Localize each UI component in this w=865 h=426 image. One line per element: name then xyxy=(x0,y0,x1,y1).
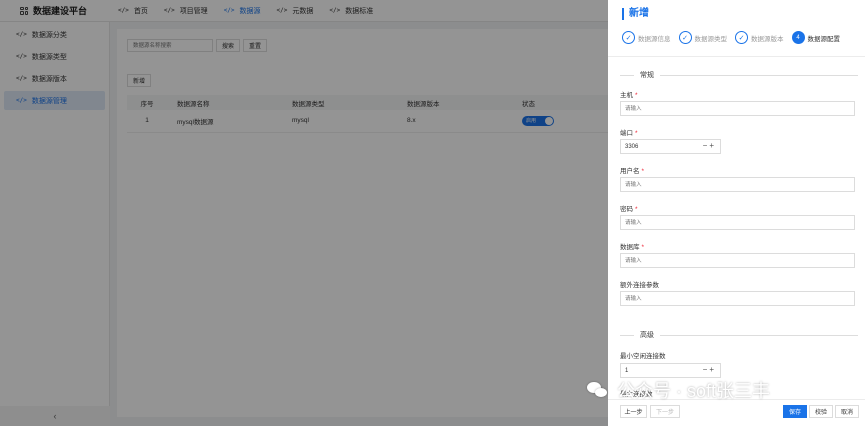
step-label: 数据源类型 xyxy=(694,35,728,43)
next-button[interactable]: 下一步 xyxy=(650,405,680,418)
password-label: 密码 * xyxy=(620,206,638,213)
port-label: 端口 * xyxy=(620,130,638,137)
divider xyxy=(608,56,865,57)
min-idle-label: 最小空闲连接数 xyxy=(620,353,666,360)
verify-button[interactable]: 校验 xyxy=(809,405,833,418)
step-number: 4 xyxy=(791,31,805,44)
min-idle-stepper[interactable]: 1 −+ xyxy=(620,363,721,378)
database-label: 数据库 * xyxy=(620,244,645,251)
port-stepper[interactable]: 3306 −+ xyxy=(620,139,721,154)
host-label: 主机 * xyxy=(620,92,638,99)
add-drawer: 新增 ✓数据源信息 ✓数据源类型 ✓数据源版本 4数据源配置 常规 主机* 端口… xyxy=(608,0,865,426)
drawer-title: 新增 xyxy=(622,8,649,20)
step-1[interactable]: ✓ 数据源信息 xyxy=(622,31,671,44)
host-field[interactable] xyxy=(620,101,855,116)
password-field[interactable] xyxy=(620,215,855,230)
cancel-button[interactable]: 取消 xyxy=(835,405,859,418)
prev-button[interactable]: 上一步 xyxy=(620,405,647,418)
section-title: 高级 xyxy=(640,332,654,339)
watermark-text: 公众号 · soft张三丰 xyxy=(617,381,771,401)
wechat-icon xyxy=(587,382,609,398)
username-label: 用户名 * xyxy=(620,168,645,175)
min-idle-value: 1 xyxy=(625,367,629,374)
section-advanced: 高级 xyxy=(620,330,858,340)
step-3[interactable]: ✓ 数据源版本 xyxy=(735,31,784,44)
section-title: 常规 xyxy=(640,72,654,79)
step-4[interactable]: 4 数据源配置 xyxy=(791,31,841,44)
stepper-buttons[interactable]: −+ xyxy=(703,141,716,150)
step-label: 数据源信息 xyxy=(638,35,671,43)
watermark: 公众号 · soft张三丰 xyxy=(587,377,770,403)
check-icon: ✓ xyxy=(622,31,635,44)
check-icon: ✓ xyxy=(678,31,692,44)
port-value: 3306 xyxy=(625,143,639,150)
username-field[interactable] xyxy=(620,177,855,192)
steps: ✓ 数据源信息 ✓ 数据源类型 ✓ 数据源版本 4 数据源配置 xyxy=(622,31,840,44)
stepper-buttons[interactable]: −+ xyxy=(703,365,716,374)
modal-overlay[interactable] xyxy=(0,0,608,426)
database-field[interactable] xyxy=(620,253,855,268)
section-basic: 常规 xyxy=(620,70,858,80)
extra-params-field[interactable] xyxy=(620,291,855,306)
drawer-footer: 上一步 下一步 保存 校验 取消 xyxy=(608,399,865,426)
step-2[interactable]: ✓ 数据源类型 xyxy=(678,31,728,44)
save-button[interactable]: 保存 xyxy=(783,405,807,418)
check-icon: ✓ xyxy=(735,31,748,44)
step-label: 数据源版本 xyxy=(751,35,784,43)
step-label: 数据源配置 xyxy=(807,35,841,43)
extra-params-label: 额外连接参数 xyxy=(620,282,659,289)
